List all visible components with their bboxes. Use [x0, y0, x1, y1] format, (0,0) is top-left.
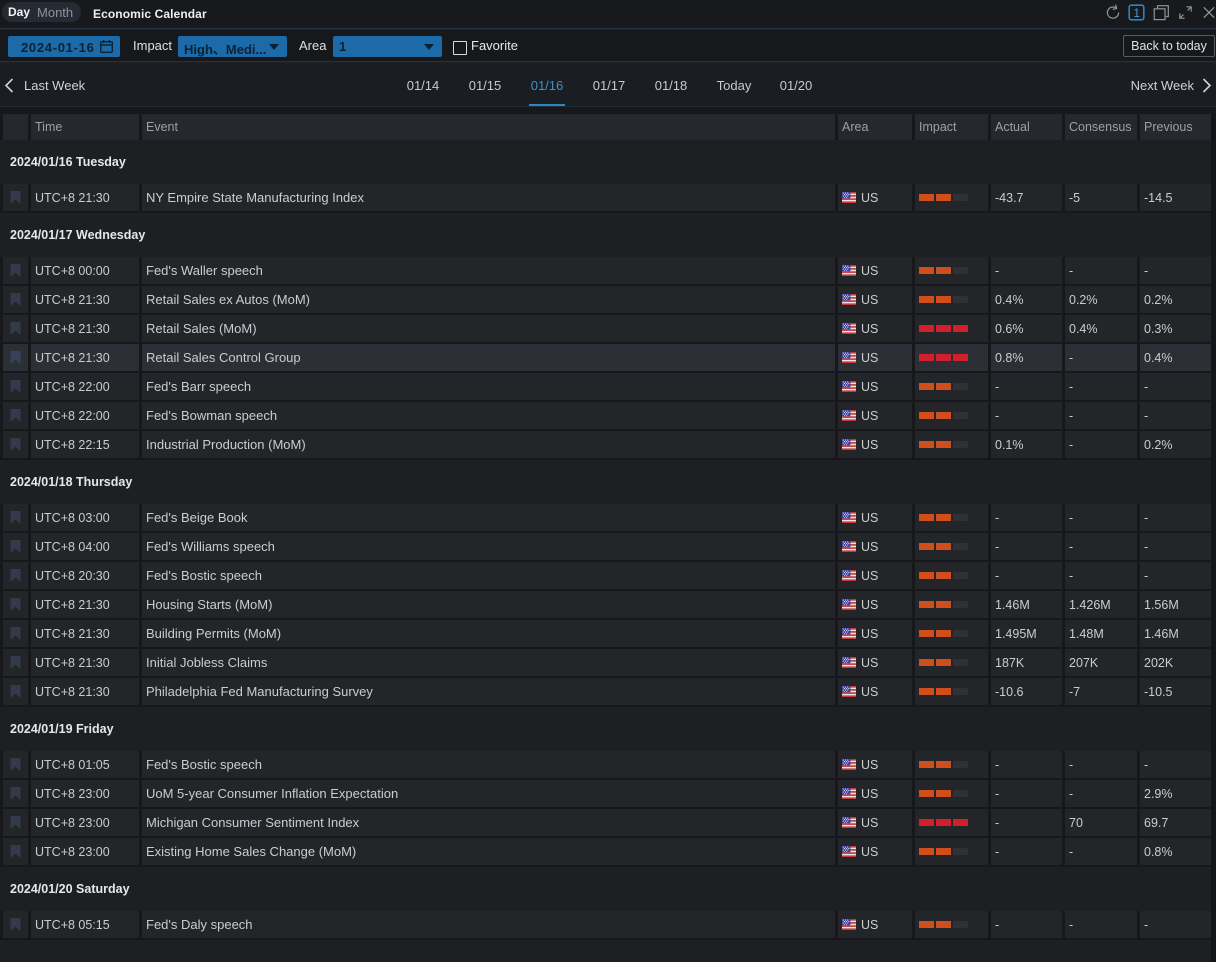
- svg-text:1: 1: [1133, 8, 1139, 20]
